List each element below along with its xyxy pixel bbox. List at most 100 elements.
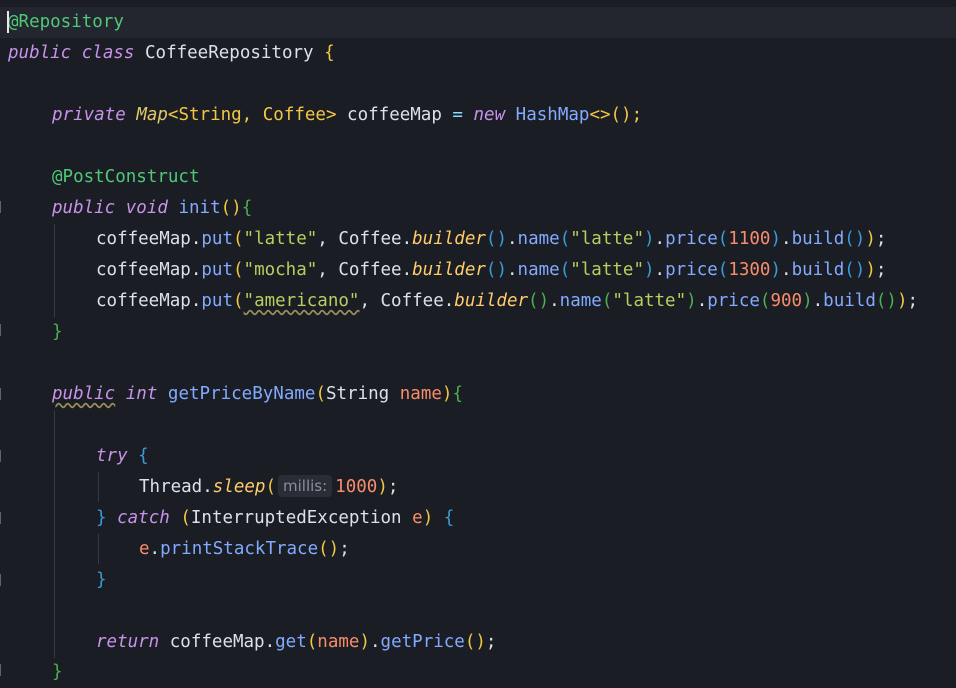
fold-marker-icon[interactable] — [0, 388, 7, 400]
brace-close: } — [52, 322, 63, 342]
string-name: "latte" — [612, 291, 687, 311]
code-line-18[interactable]: e.printStackTrace(); — [139, 534, 350, 565]
arg-name: name — [317, 632, 360, 652]
generic-types: <String, Coffee> — [167, 105, 337, 125]
var-coffeemap: coffeeMap — [96, 229, 191, 249]
method-name: name — [517, 229, 560, 249]
method-build: build — [791, 260, 845, 280]
method-price: price — [707, 291, 760, 311]
indent-guide — [98, 472, 99, 502]
code-line-2[interactable]: public class CoffeeRepository { — [8, 38, 335, 69]
diamond: <> — [589, 105, 611, 125]
method-builder: builder — [412, 229, 486, 249]
keyword-catch: catch — [117, 508, 170, 528]
text-caret — [7, 11, 9, 33]
parameter-hint: millis: — [278, 475, 333, 497]
keyword-public: public — [52, 198, 116, 218]
method-get: get — [275, 632, 307, 652]
keyword-class: class — [81, 43, 135, 63]
param-name: name — [399, 384, 442, 404]
exception-var: e — [412, 508, 423, 528]
keyword-private: private — [52, 105, 126, 125]
indent-guide — [54, 410, 55, 658]
annotation-postconstruct: @PostConstruct — [52, 167, 200, 187]
param-type: String — [325, 384, 390, 404]
fold-marker-icon[interactable] — [0, 512, 7, 524]
keyword-int: int — [125, 384, 158, 404]
current-line-highlight — [0, 7, 956, 38]
fold-marker-icon[interactable] — [0, 324, 7, 336]
code-line-10[interactable]: coffeeMap.put("americano", Coffee.builde… — [96, 286, 918, 317]
method-printstacktrace: printStackTrace — [160, 539, 319, 559]
keyword-public: public — [52, 384, 116, 404]
code-line-4[interactable]: private Map<String, Coffee> coffeeMap = … — [52, 100, 642, 131]
brace-open: { — [241, 198, 253, 218]
class-coffee: Coffee — [338, 260, 402, 280]
number-price: 1300 — [728, 260, 771, 280]
brace-close: } — [52, 662, 63, 682]
number-price: 900 — [770, 291, 803, 311]
method-init: init — [178, 198, 221, 218]
method-sleep: sleep — [212, 477, 266, 497]
class-thread: Thread — [139, 477, 203, 497]
code-line-19[interactable]: } — [96, 565, 107, 596]
code-line-22[interactable]: } — [52, 657, 63, 688]
keyword-try: try — [96, 446, 128, 466]
var-coffeemap: coffeeMap — [96, 260, 191, 280]
keyword-return: return — [96, 632, 160, 652]
statement-end: (); — [610, 105, 643, 125]
parens: () — [220, 198, 242, 218]
code-line-8[interactable]: coffeeMap.put("latte", Coffee.builder().… — [96, 224, 886, 255]
keyword-void: void — [125, 198, 168, 218]
method-name: name — [517, 260, 560, 280]
method-build: build — [791, 229, 845, 249]
string-key: "latte" — [243, 229, 318, 249]
keyword-public: public — [8, 43, 72, 63]
method-getprice: getPrice — [380, 632, 465, 652]
method-builder: builder — [454, 291, 529, 311]
code-line-13[interactable]: public int getPriceByName(String name){ — [52, 379, 463, 410]
method-builder: builder — [412, 260, 486, 280]
string-name: "latte" — [570, 229, 644, 249]
code-line-15[interactable]: try { — [96, 441, 149, 472]
code-line-11[interactable]: } — [52, 317, 63, 348]
method-price: price — [665, 229, 718, 249]
method-price: price — [665, 260, 718, 280]
fold-marker-icon[interactable] — [0, 201, 7, 213]
method-name: name — [559, 291, 602, 311]
brace-close: } — [96, 570, 107, 590]
code-line-9[interactable]: coffeeMap.put("mocha", Coffee.builder().… — [96, 255, 886, 286]
method-getpricebyname: getPriceByName — [167, 384, 316, 404]
annotation-repository: @Repository — [8, 12, 124, 32]
string-key: "mocha" — [243, 260, 318, 280]
code-line-17[interactable]: } catch (InterruptedException e) { — [96, 503, 454, 534]
class-coffee: Coffee — [338, 229, 402, 249]
method-build: build — [823, 291, 876, 311]
code-line-6[interactable]: @PostConstruct — [52, 162, 200, 193]
string-key: "americano" — [243, 291, 360, 311]
var-coffeemap: coffeeMap — [96, 291, 191, 311]
code-line-16[interactable]: Thread.sleep(millis: 1000); — [139, 472, 398, 503]
number-price: 1100 — [728, 229, 771, 249]
indent-guide — [54, 224, 55, 318]
keyword-new: new — [473, 105, 506, 125]
type-hashmap: HashMap — [515, 105, 590, 125]
field-name: coffeeMap — [347, 105, 442, 125]
method-put: put — [201, 229, 233, 249]
code-line-7[interactable]: public void init(){ — [52, 193, 252, 224]
operator-assign: = — [452, 105, 463, 125]
code-editor[interactable]: @Repository public class CoffeeRepositor… — [0, 0, 956, 688]
exception-type: InterruptedException — [190, 508, 402, 528]
fold-marker-icon[interactable] — [0, 450, 7, 462]
fold-marker-icon[interactable] — [0, 574, 7, 586]
string-name: "latte" — [570, 260, 644, 280]
code-line-1[interactable]: @Repository — [8, 7, 124, 38]
var-coffeemap: coffeeMap — [169, 632, 265, 652]
indent-guide — [98, 534, 99, 564]
code-line-21[interactable]: return coffeeMap.get(name).getPrice(); — [96, 627, 496, 658]
var-e: e — [139, 539, 150, 559]
class-name: CoffeeRepository — [145, 43, 314, 63]
type-map: Map — [136, 105, 168, 125]
brace-open: { — [324, 43, 335, 63]
fold-marker-icon[interactable] — [0, 664, 7, 676]
